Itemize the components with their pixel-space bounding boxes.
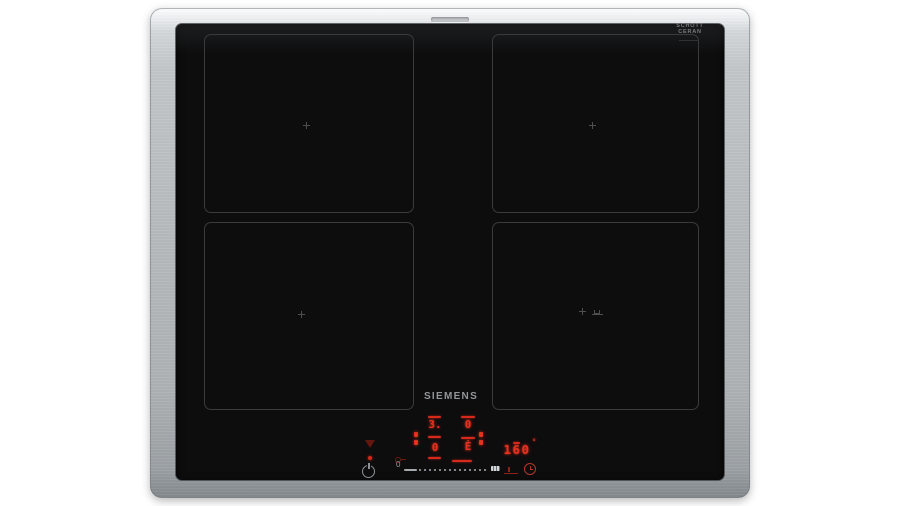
frame-vent-slot	[431, 17, 469, 22]
status-dot-icon	[368, 456, 372, 460]
zone-display-top-right: 0	[461, 419, 475, 430]
slider-touch-track	[419, 469, 489, 471]
zone-indicator-line	[428, 436, 441, 438]
cooking-zone-bottom-right	[492, 222, 699, 410]
frying-sensor-icon	[504, 463, 518, 474]
zone-indicator-line	[428, 457, 441, 459]
glass-brand-line2: CERAN	[672, 29, 708, 35]
temperature-degree-symbol: °	[532, 439, 536, 446]
slider-end-block	[491, 466, 500, 471]
product-photo-induction-hob: SCHOTT CERAN SIEMENS 0 3. 0 0 Ė 160 °	[0, 0, 900, 506]
zone-select-bracket-right	[479, 432, 483, 445]
frying-zone-pan-icon	[592, 308, 603, 315]
zone-display-bottom-left: 0	[426, 442, 444, 453]
cooking-zone-bottom-left	[204, 222, 414, 410]
power-button-icon	[362, 465, 375, 478]
glass-brand-underline	[679, 40, 699, 41]
zone-center-cross-icon	[589, 122, 596, 129]
zone-select-bracket-left	[414, 432, 418, 445]
slider-solid-segment	[404, 469, 417, 471]
zone-display-bottom-right: Ė	[461, 441, 475, 452]
timer-clock-icon	[524, 463, 536, 475]
glass-brand-label: SCHOTT CERAN	[672, 23, 708, 35]
siemens-logo: SIEMENS	[423, 391, 479, 402]
slider-start-label: 0	[396, 461, 400, 469]
zone-indicator-line	[461, 437, 475, 439]
zone-display-top-left: 3.	[426, 419, 444, 430]
temperature-display: 160	[502, 444, 532, 456]
zone-center-cross-icon	[298, 311, 305, 318]
zone-indicator-line	[452, 460, 472, 462]
zone-center-cross-icon	[303, 122, 310, 129]
home-connect-triangle-icon	[365, 440, 375, 448]
zone-center-cross-icon	[579, 308, 586, 315]
